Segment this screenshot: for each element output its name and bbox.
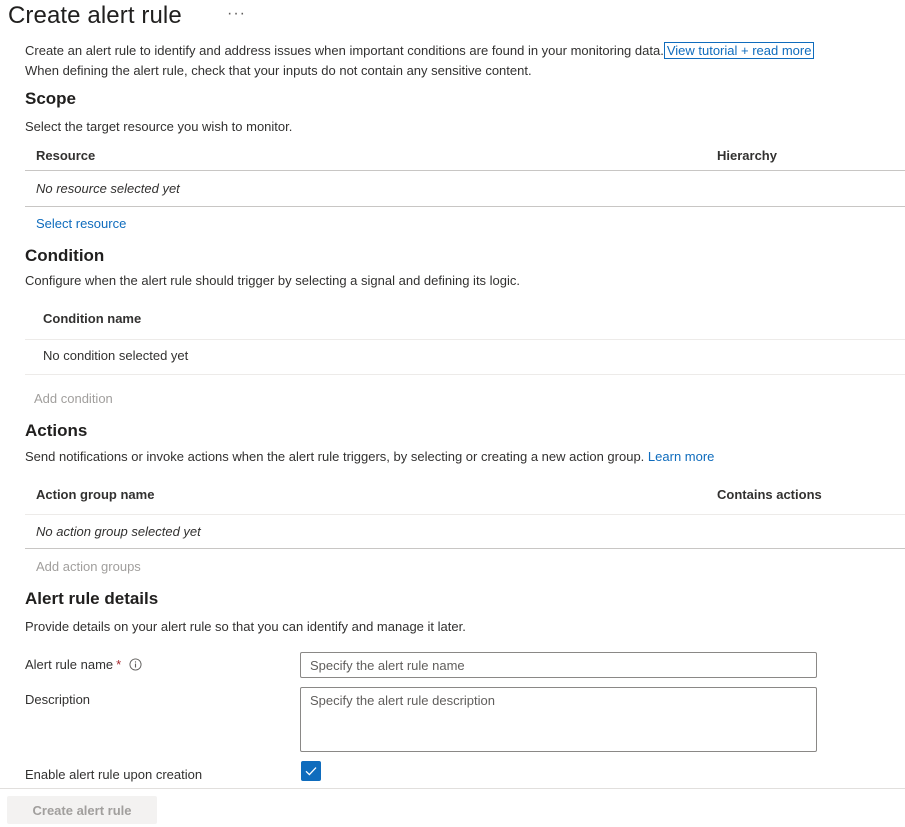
scope-header-divider: [25, 170, 905, 171]
scope-title: Scope: [25, 89, 77, 108]
actions-title: Actions: [25, 421, 88, 440]
condition-title: Condition: [25, 246, 105, 265]
actions-description: Send notifications or invoke actions whe…: [25, 449, 645, 464]
details-title: Alert rule details: [25, 589, 159, 608]
info-icon[interactable]: [129, 658, 142, 671]
checkmark-icon: [305, 767, 317, 776]
intro-line-2: When defining the alert rule, check that…: [25, 63, 532, 78]
resource-column-header: Resource: [36, 148, 96, 163]
learn-more-link[interactable]: Learn more: [648, 449, 714, 464]
actions-row-divider: [25, 548, 905, 549]
scope-row-divider: [25, 206, 905, 207]
enable-on-creation-label: Enable alert rule upon creation: [25, 767, 203, 782]
condition-header-divider: [25, 339, 905, 340]
select-resource-link[interactable]: Select resource: [36, 216, 126, 231]
condition-empty-row: No condition selected yet: [43, 348, 189, 363]
description-textarea[interactable]: [300, 687, 817, 752]
alert-rule-name-label-row: Alert rule name *: [25, 657, 142, 672]
intro-text: Create an alert rule to identify and add…: [25, 43, 664, 58]
hierarchy-column-header: Hierarchy: [717, 148, 777, 163]
intro-line-1: Create an alert rule to identify and add…: [25, 42, 815, 59]
more-options-icon[interactable]: ···: [227, 5, 246, 23]
description-label: Description: [25, 692, 91, 707]
scope-empty-row: No resource selected yet: [36, 181, 180, 196]
add-action-groups-link[interactable]: Add action groups: [36, 559, 141, 574]
actions-header-divider: [25, 514, 905, 515]
condition-description: Configure when the alert rule should tri…: [25, 273, 521, 288]
add-condition-link[interactable]: Add condition: [34, 391, 113, 406]
actions-description-line: Send notifications or invoke actions whe…: [25, 449, 714, 464]
create-alert-rule-button[interactable]: Create alert rule: [7, 796, 157, 824]
condition-row-divider: [25, 374, 905, 375]
view-tutorial-link[interactable]: View tutorial + read more: [663, 42, 815, 59]
page-title: Create alert rule: [8, 2, 182, 29]
required-asterisk: *: [116, 657, 122, 672]
enable-on-creation-checkbox[interactable]: [301, 761, 321, 781]
alert-rule-name-label: Alert rule name: [25, 657, 114, 672]
alert-rule-name-input[interactable]: [300, 652, 817, 678]
footer-divider: [0, 788, 905, 789]
actions-empty-row: No action group selected yet: [36, 524, 201, 539]
scope-description: Select the target resource you wish to m…: [25, 119, 293, 134]
details-description: Provide details on your alert rule so th…: [25, 619, 466, 634]
condition-name-column-header: Condition name: [43, 311, 142, 326]
contains-actions-column-header: Contains actions: [717, 487, 822, 502]
action-group-name-column-header: Action group name: [36, 487, 155, 502]
